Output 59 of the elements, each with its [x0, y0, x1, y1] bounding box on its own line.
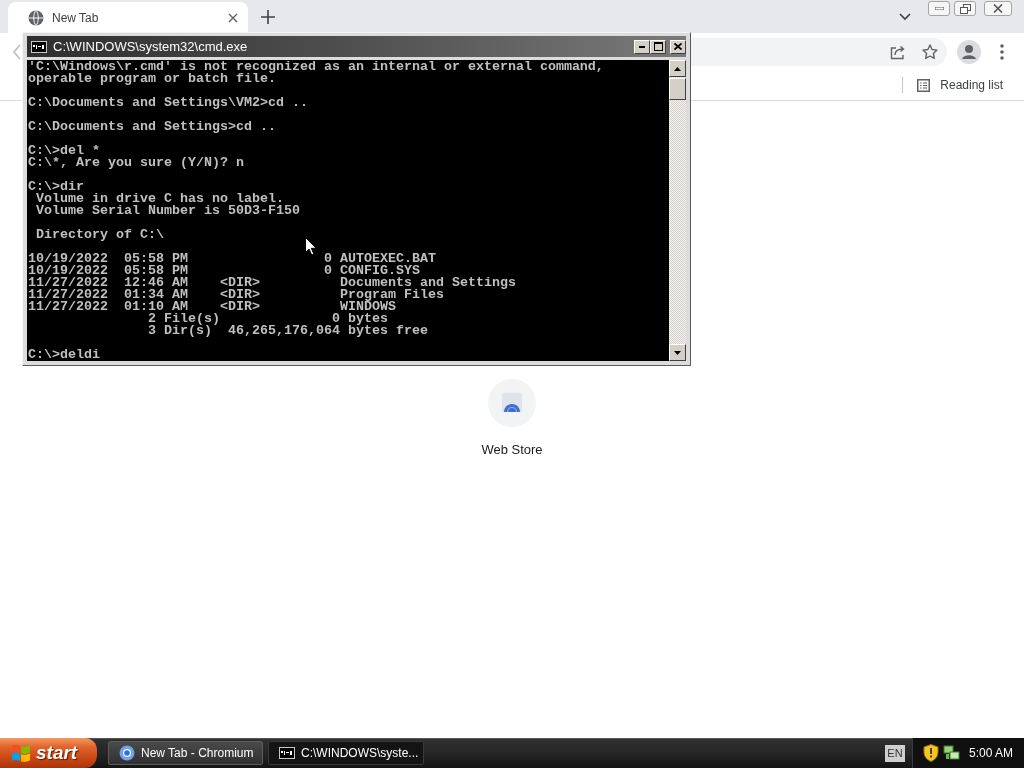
- shield-icon[interactable]: [923, 744, 939, 762]
- console-line: 'C:\Windows\r.cmd' is not recognized as an internal or external command,: [28, 61, 605, 73]
- console-line: 2 File(s) 0 bytes: [146, 313, 389, 325]
- scroll-up-button[interactable]: [669, 60, 686, 77]
- console-line: C:\>dir: [28, 181, 85, 193]
- maximize-button[interactable]: [650, 39, 666, 54]
- bookmarks-bar-button[interactable]: Reading list: [911, 76, 1009, 94]
- chevron-down-icon[interactable]: [899, 12, 911, 21]
- taskbar-button[interactable]: New Tab - Chromium: [108, 741, 263, 765]
- console-line: C:\>del *: [28, 145, 101, 157]
- clock-text: 5:00 AM: [969, 745, 1014, 762]
- console-line: operable program or batch file.: [28, 73, 276, 85]
- scrollbar-thumb[interactable]: [669, 78, 686, 100]
- console-line: C:\>deldi: [28, 349, 101, 361]
- console-line: Volume in drive C has no label.: [35, 193, 284, 205]
- vertical-scrollbar[interactable]: [669, 60, 686, 361]
- close-icon: [674, 43, 682, 50]
- triangle-up-icon: [674, 66, 681, 71]
- more-menu-icon[interactable]: [1000, 43, 1004, 60]
- flag-icon: [10, 743, 32, 763]
- console-line: 3 Dir(s) 46,265,176,064 bytes free: [146, 325, 429, 337]
- share-icon[interactable]: [890, 43, 906, 60]
- maximize-icon: [653, 42, 663, 51]
- taskbar-button[interactable]: C:\WINDOWS\syste...: [268, 741, 424, 765]
- console-app-icon: [31, 40, 47, 53]
- browser-tab[interactable]: New Tab: [8, 2, 248, 33]
- console-line: 11/27/2022 12:46 AM <DIR> Documents and Settings: [28, 277, 517, 289]
- list-icon: [917, 78, 931, 92]
- console-line: C:\Documents and Settings\VM2>cd ..: [28, 97, 309, 109]
- close-icon: [993, 4, 1003, 13]
- language-indicator[interactable]: EN: [885, 745, 905, 762]
- web-store-icon: [488, 379, 536, 427]
- console-line: C:\Documents and Settings>cd ..: [28, 121, 277, 133]
- restore-icon: [959, 3, 971, 14]
- globe-icon: [28, 9, 44, 26]
- scroll-down-button[interactable]: [669, 344, 686, 361]
- console-line: 11/27/2022 01:10 AM <DIR> WINDOWS: [28, 301, 397, 313]
- minimize-icon: [934, 7, 944, 10]
- new-tab-plus-icon[interactable]: [261, 9, 275, 24]
- console-line: Directory of C:\: [35, 229, 165, 241]
- circle-logo-icon: [119, 745, 135, 761]
- window-title: C:\WINDOWS\system32\cmd.exe: [53, 37, 248, 56]
- address-field[interactable]: [691, 37, 947, 66]
- console-line: 11/27/2022 01:34 AM <DIR> Program Files: [28, 289, 445, 301]
- close-icon[interactable]: [228, 12, 238, 23]
- restore-button[interactable]: [954, 1, 976, 16]
- terminal-icon: [279, 747, 295, 759]
- console-line: 10/19/2022 05:58 PM 0 AUTOEXEC.BAT: [28, 253, 437, 265]
- minimize-icon: [639, 45, 645, 48]
- console-line: C:\*, Are you sure (Y/N)? n: [28, 157, 245, 169]
- star-icon[interactable]: [922, 43, 938, 60]
- mouse-pointer-icon: [305, 237, 317, 256]
- shortcut-link[interactable]: Web Store: [456, 371, 568, 460]
- avatar-icon[interactable]: [957, 39, 981, 64]
- console-line: 10/19/2022 05:58 PM 0 CONFIG.SYS: [28, 265, 420, 277]
- network-icon[interactable]: [943, 745, 961, 761]
- start-button[interactable]: start: [0, 738, 97, 768]
- triangle-down-icon: [674, 350, 681, 355]
- console-line: Volume Serial Number is 50D3-F150: [35, 205, 301, 217]
